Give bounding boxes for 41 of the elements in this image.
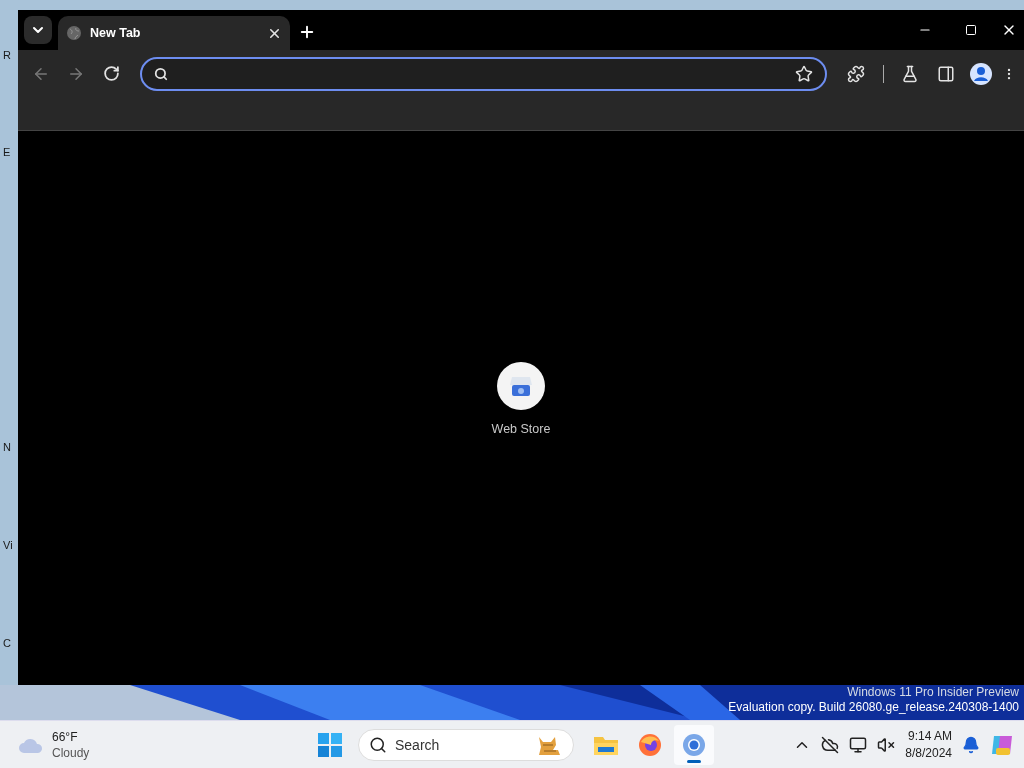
desktop-icon-label: E [3,146,11,158]
search-input[interactable]: Search [395,736,527,753]
bookmark-star-icon[interactable] [795,64,814,83]
maximize-icon [965,24,977,36]
avatar-icon [970,62,993,85]
clock-time: 9:14 AM [907,727,952,745]
browser-tab[interactable]: New Tab [58,16,290,50]
store-icon [509,375,533,397]
shortcut-tile[interactable] [497,362,545,410]
firefox-icon [638,732,662,757]
clock-date: 8/8/2024 [905,744,952,762]
plus-icon [298,23,316,41]
cloud-off-icon[interactable] [821,735,840,754]
globe-icon [66,25,82,41]
weather-widget[interactable]: 66°F Cloudy [18,728,308,761]
tab-search-button[interactable] [24,16,52,44]
side-panel-icon [936,64,955,83]
weather-condition: Cloudy [52,744,90,761]
network-icon[interactable] [849,735,868,754]
search-icon [154,66,169,81]
desktop-icon-label: N [3,441,11,453]
flask-icon [901,64,920,83]
temperature: 66°F [52,728,79,745]
taskbar-app-button[interactable] [674,724,714,765]
taskbar-clock[interactable]: 9:14 AM 8/8/2024 [905,727,952,762]
taskbar-search-bar[interactable]: Search [358,728,574,761]
shortcut-label: Web Store [491,422,551,436]
windows-logo [318,732,342,757]
desktop-icon-label: Vi [3,539,13,551]
tab-title: New Tab [90,26,142,40]
reload-icon [103,65,121,82]
watermark-text: Evaluation copy. Build 26080.ge_release.240308-1400 [728,700,1019,715]
desktop-icon-label: C [3,637,11,649]
address-bar[interactable] [140,56,828,91]
search-icon [369,735,387,754]
puzzle-icon [846,64,865,83]
watermark-text: Windows 11 Pro Insider Preview [847,685,1019,700]
bell-icon[interactable] [962,735,980,754]
muted-speaker-icon[interactable] [877,735,896,754]
desktop-icon-label: R [3,49,11,61]
browser-icon [682,732,706,757]
